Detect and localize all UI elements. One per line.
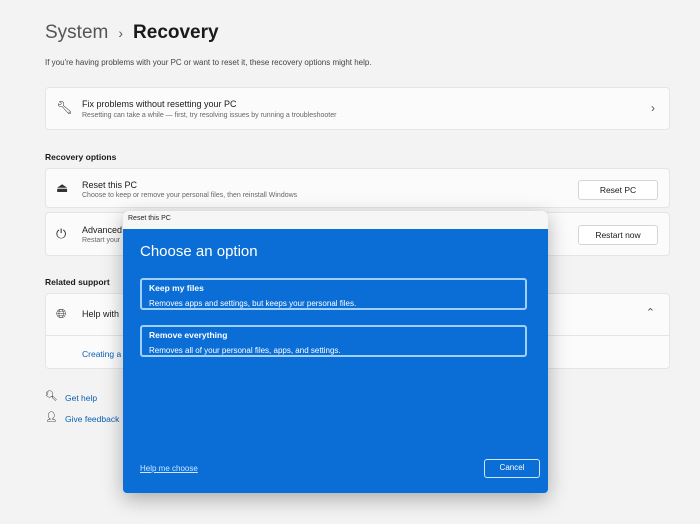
chevron-right-icon: ›	[651, 101, 655, 115]
reset-icon: ⏏︎	[56, 180, 69, 195]
keep-my-files-option[interactable]: Keep my files Removes apps and settings,…	[140, 278, 527, 310]
help-me-choose-link[interactable]: Help me choose	[140, 464, 198, 473]
get-help-link[interactable]: Get help	[65, 393, 97, 403]
restart-now-button[interactable]: Restart now	[578, 225, 658, 245]
advanced-title: Advanced	[82, 225, 123, 235]
creating-link[interactable]: Creating a	[82, 349, 121, 359]
power-settings-icon: ⏻	[56, 226, 67, 241]
option-title: Remove everything	[149, 330, 228, 340]
option-desc: Removes all of your personal files, apps…	[149, 346, 341, 355]
globe-icon: 🌐︎	[56, 306, 67, 321]
dialog-heading: Choose an option	[140, 243, 258, 260]
fix-problems-card[interactable]: 🔧︎ Fix problems without resetting your P…	[45, 87, 670, 130]
give-feedback-link[interactable]: Give feedback	[65, 414, 119, 424]
get-help-icon: 🔍︎	[45, 391, 58, 402]
reset-pc-card: ⏏︎ Reset this PC Choose to keep or remov…	[45, 168, 670, 208]
reset-title: Reset this PC	[82, 180, 138, 190]
fix-title: Fix problems without resetting your PC	[82, 99, 237, 109]
option-desc: Removes apps and settings, but keeps you…	[149, 299, 357, 308]
breadcrumb: System › Recovery	[45, 22, 219, 44]
chevron-up-icon: ⌃	[645, 307, 655, 319]
intro-text: If you're having problems with your PC o…	[45, 58, 372, 67]
page-title: Recovery	[133, 22, 219, 43]
fix-subtitle: Resetting can take a while — first, try …	[82, 112, 337, 119]
help-with-title: Help with	[82, 309, 120, 319]
reset-subtitle: Choose to keep or remove your personal f…	[82, 192, 298, 199]
dialog-title-bar: Reset this PC	[123, 211, 548, 229]
option-title: Keep my files	[149, 283, 204, 293]
remove-everything-option[interactable]: Remove everything Removes all of your pe…	[140, 325, 527, 357]
feedback-icon: 👤︎	[45, 412, 58, 423]
reset-pc-button[interactable]: Reset PC	[578, 180, 658, 200]
related-support-heading: Related support	[45, 277, 110, 287]
breadcrumb-system[interactable]: System	[45, 22, 108, 44]
advanced-subtitle: Restart your	[82, 237, 121, 244]
reset-pc-dialog: Reset this PC Choose an option Keep my f…	[123, 211, 548, 493]
recovery-options-heading: Recovery options	[45, 152, 117, 162]
cancel-button[interactable]: Cancel	[484, 459, 540, 478]
wrench-icon: 🔧︎	[56, 100, 73, 115]
breadcrumb-separator: ›	[118, 25, 124, 41]
